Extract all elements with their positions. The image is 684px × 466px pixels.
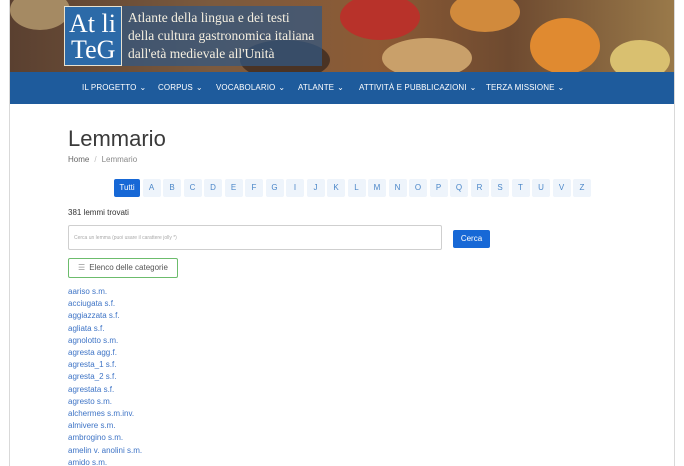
letter-filter-c[interactable]: C [183,179,202,197]
categories-button[interactable]: ☰ Elenco delle categorie [68,258,178,278]
letter-filter-n[interactable]: N [388,179,407,197]
banner-food-image [450,0,520,32]
breadcrumb-separator: / [94,155,97,164]
nav-item-attivita-e-pubblicazioni[interactable]: ATTIVITÀ E PUBBLICAZIONI ⌄ [359,83,476,92]
lemma-link[interactable]: agresta_2 s.f. [68,371,142,383]
letter-filter-a[interactable]: A [142,179,161,197]
lemma-link[interactable]: amido s.m. [68,457,142,466]
lemma-link[interactable]: agresta_1 s.f. [68,359,142,371]
banner-food-image [340,0,420,40]
nav-item-label: ATLANTE [298,83,335,92]
lemma-link[interactable]: agnolotto s.m. [68,335,142,347]
chevron-down-icon: ⌄ [557,83,565,92]
results-count: 381 lemmi trovati [68,208,129,217]
letter-filter-o[interactable]: O [409,179,427,197]
letter-filter-g[interactable]: G [265,179,284,197]
banner-food-image [610,40,670,72]
chevron-down-icon: ⌄ [195,83,203,92]
letter-filter-f[interactable]: F [245,179,263,197]
letter-filter-p[interactable]: P [429,179,448,197]
letter-filter-u[interactable]: U [532,179,550,197]
nav-item-label: TERZA MISSIONE [486,83,555,92]
nav-item-vocabolario[interactable]: VOCABOLARIO ⌄ [216,83,285,92]
lemma-link[interactable]: alchermes s.m.inv. [68,408,142,420]
breadcrumb-current: Lemmario [101,155,138,164]
lemma-link[interactable]: aariso s.m. [68,286,142,298]
page-title: Lemmario [68,126,166,151]
nav-item-label: VOCABOLARIO [216,83,276,92]
site-title: Atlante della lingua e dei testi della c… [122,6,322,66]
lemma-link[interactable]: agresto s.m. [68,396,142,408]
logo-line-2: TeG [71,35,116,64]
nav-item-corpus[interactable]: CORPUS ⌄ [158,83,203,92]
browser-page: At li TeG Atlante della lingua e dei tes… [9,0,675,466]
chevron-down-icon: ⌄ [139,83,147,92]
letter-filter-b[interactable]: B [163,179,181,197]
chevron-down-icon: ⌄ [337,83,344,92]
nav-item-label: IL PROGETTO [82,83,137,92]
lemma-link[interactable]: agresta agg.f. [68,347,142,359]
letter-filter-r[interactable]: R [470,179,489,197]
lemma-link[interactable]: agrestata s.f. [68,384,142,396]
letter-filter-q[interactable]: Q [450,179,468,197]
lemma-list: aariso s.m. acciugata s.f. aggiazzata s.f.… [68,286,142,466]
lemma-link[interactable]: ambrogino s.m. [68,432,142,444]
letter-filter-j[interactable]: J [306,179,325,197]
header-banner: At li TeG Atlante della lingua e dei tes… [10,0,674,72]
letter-filter-m[interactable]: M [368,179,386,197]
categories-button-label: Elenco delle categorie [89,263,168,272]
letter-filter-i[interactable]: I [286,179,304,197]
main-navigation: IL PROGETTO ⌄ CORPUS ⌄ VOCABOLARIO ⌄ ATLANT… [10,72,674,104]
site-logo[interactable]: At li TeG [64,6,122,66]
nav-item-il-progetto[interactable]: IL PROGETTO ⌄ [82,83,146,92]
nav-item-atlante[interactable]: ATLANTE ⌄ [298,83,344,92]
banner-food-image [10,0,70,30]
site-title-line-1: Atlante della lingua e dei testi [128,10,290,25]
letter-filter-k[interactable]: K [327,179,345,197]
chevron-down-icon: ⌄ [278,83,286,92]
letter-filter-t[interactable]: T [511,179,530,197]
banner-food-image [530,18,600,72]
nav-item-label: CORPUS [158,83,193,92]
letter-filter-tutti[interactable]: Tutti [114,179,140,197]
search-input[interactable] [68,225,442,250]
lemma-link[interactable]: almivere s.m. [68,420,142,432]
nav-item-terza-missione[interactable]: TERZA MISSIONE ⌄ [486,83,564,92]
chevron-down-icon: ⌄ [469,83,477,92]
letter-filter-e[interactable]: E [224,179,243,197]
logo-line-1: At li [69,9,116,38]
lemma-link[interactable]: agliata s.f. [68,323,142,335]
letter-filter-v[interactable]: V [552,179,571,197]
lemma-link[interactable]: amelin v. anolini s.m. [68,445,142,457]
breadcrumb-home-link[interactable]: Home [68,155,89,164]
lemma-link[interactable]: aggiazzata s.f. [68,310,142,322]
site-title-line-3: dall'età medievale all'Unità [128,46,275,61]
search-button[interactable]: Cerca [453,230,490,248]
letter-filter-z[interactable]: Z [573,179,591,197]
list-icon: ☰ [78,263,86,272]
breadcrumb: Home / Lemmario [68,155,137,164]
letter-filter-l[interactable]: L [347,179,366,197]
banner-food-image [382,38,472,72]
site-title-line-2: della cultura gastronomica italiana [128,28,315,43]
lemma-link[interactable]: acciugata s.f. [68,298,142,310]
letter-filter-s[interactable]: S [491,179,509,197]
letter-filter-d[interactable]: D [204,179,222,197]
nav-item-label: ATTIVITÀ E PUBBLICAZIONI [359,83,467,92]
